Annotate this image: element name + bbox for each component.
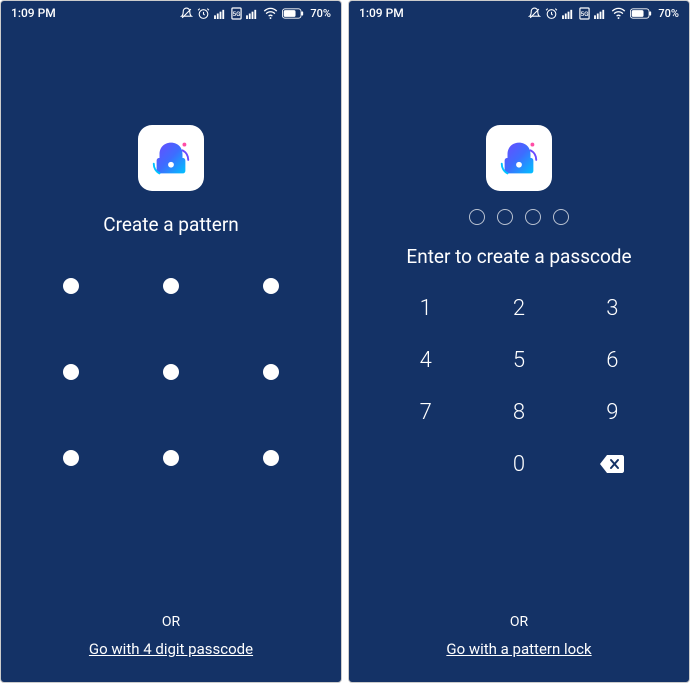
dnd-icon bbox=[528, 7, 541, 20]
pattern-dot-5[interactable] bbox=[163, 364, 179, 380]
status-time: 1:09 PM bbox=[359, 6, 404, 20]
pattern-dot-2[interactable] bbox=[163, 278, 179, 294]
signal-icon bbox=[214, 8, 227, 19]
passcode-screen: 1:09 PM 5G 70% bbox=[348, 0, 690, 683]
signal2-icon bbox=[246, 8, 259, 19]
key-1[interactable]: 1 bbox=[379, 282, 472, 334]
or-label: OR bbox=[89, 614, 253, 630]
sim-icon: 5G bbox=[579, 7, 590, 20]
pattern-dot-7[interactable] bbox=[63, 450, 79, 466]
pattern-dot-9[interactable] bbox=[263, 450, 279, 466]
svg-text:5G: 5G bbox=[233, 10, 241, 18]
key-3[interactable]: 3 bbox=[566, 282, 659, 334]
passcode-dot-3 bbox=[525, 209, 541, 225]
signal-icon bbox=[562, 8, 575, 19]
sim-icon: 5G bbox=[231, 7, 242, 20]
passcode-indicators bbox=[469, 209, 569, 225]
backspace-icon bbox=[600, 455, 624, 473]
battery-icon bbox=[282, 8, 304, 19]
key-4[interactable]: 4 bbox=[379, 334, 472, 386]
key-8[interactable]: 8 bbox=[472, 386, 565, 438]
page-title: Enter to create a passcode bbox=[406, 245, 631, 268]
key-2[interactable]: 2 bbox=[472, 282, 565, 334]
status-icons: 5G 70% bbox=[180, 7, 331, 20]
app-icon bbox=[138, 125, 204, 191]
wifi-icon bbox=[263, 7, 278, 19]
pattern-screen: 1:09 PM 5G 70% Create a pattern bbox=[0, 0, 342, 683]
pattern-grid[interactable] bbox=[56, 278, 286, 466]
switch-to-pattern-link[interactable]: Go with a pattern lock bbox=[446, 640, 591, 658]
alarm-icon bbox=[197, 7, 210, 20]
key-5[interactable]: 5 bbox=[472, 334, 565, 386]
or-label: OR bbox=[446, 614, 591, 630]
status-bar: 1:09 PM 5G 70% bbox=[349, 1, 689, 25]
page-title: Create a pattern bbox=[103, 213, 239, 236]
key-blank bbox=[379, 438, 472, 490]
key-9[interactable]: 9 bbox=[566, 386, 659, 438]
svg-text:5G: 5G bbox=[581, 10, 589, 18]
key-6[interactable]: 6 bbox=[566, 334, 659, 386]
battery-percent: 70% bbox=[310, 7, 331, 20]
key-0[interactable]: 0 bbox=[472, 438, 565, 490]
status-icons: 5G 70% bbox=[528, 7, 679, 20]
pattern-dot-3[interactable] bbox=[263, 278, 279, 294]
signal2-icon bbox=[594, 8, 607, 19]
battery-icon bbox=[630, 8, 652, 19]
pattern-dot-4[interactable] bbox=[63, 364, 79, 380]
pattern-dot-6[interactable] bbox=[263, 364, 279, 380]
backspace-button[interactable] bbox=[566, 438, 659, 490]
status-time: 1:09 PM bbox=[11, 6, 56, 20]
passcode-dot-4 bbox=[553, 209, 569, 225]
pattern-dot-8[interactable] bbox=[163, 450, 179, 466]
alarm-icon bbox=[545, 7, 558, 20]
passcode-dot-2 bbox=[497, 209, 513, 225]
app-icon bbox=[486, 125, 552, 191]
passcode-dot-1 bbox=[469, 209, 485, 225]
dnd-icon bbox=[180, 7, 193, 20]
battery-percent: 70% bbox=[658, 7, 679, 20]
pattern-dot-1[interactable] bbox=[63, 278, 79, 294]
wifi-icon bbox=[611, 7, 626, 19]
switch-to-passcode-link[interactable]: Go with 4 digit passcode bbox=[89, 640, 253, 658]
status-bar: 1:09 PM 5G 70% bbox=[1, 1, 341, 25]
numeric-keypad: 1 2 3 4 5 6 7 8 9 0 bbox=[379, 282, 659, 490]
key-7[interactable]: 7 bbox=[379, 386, 472, 438]
